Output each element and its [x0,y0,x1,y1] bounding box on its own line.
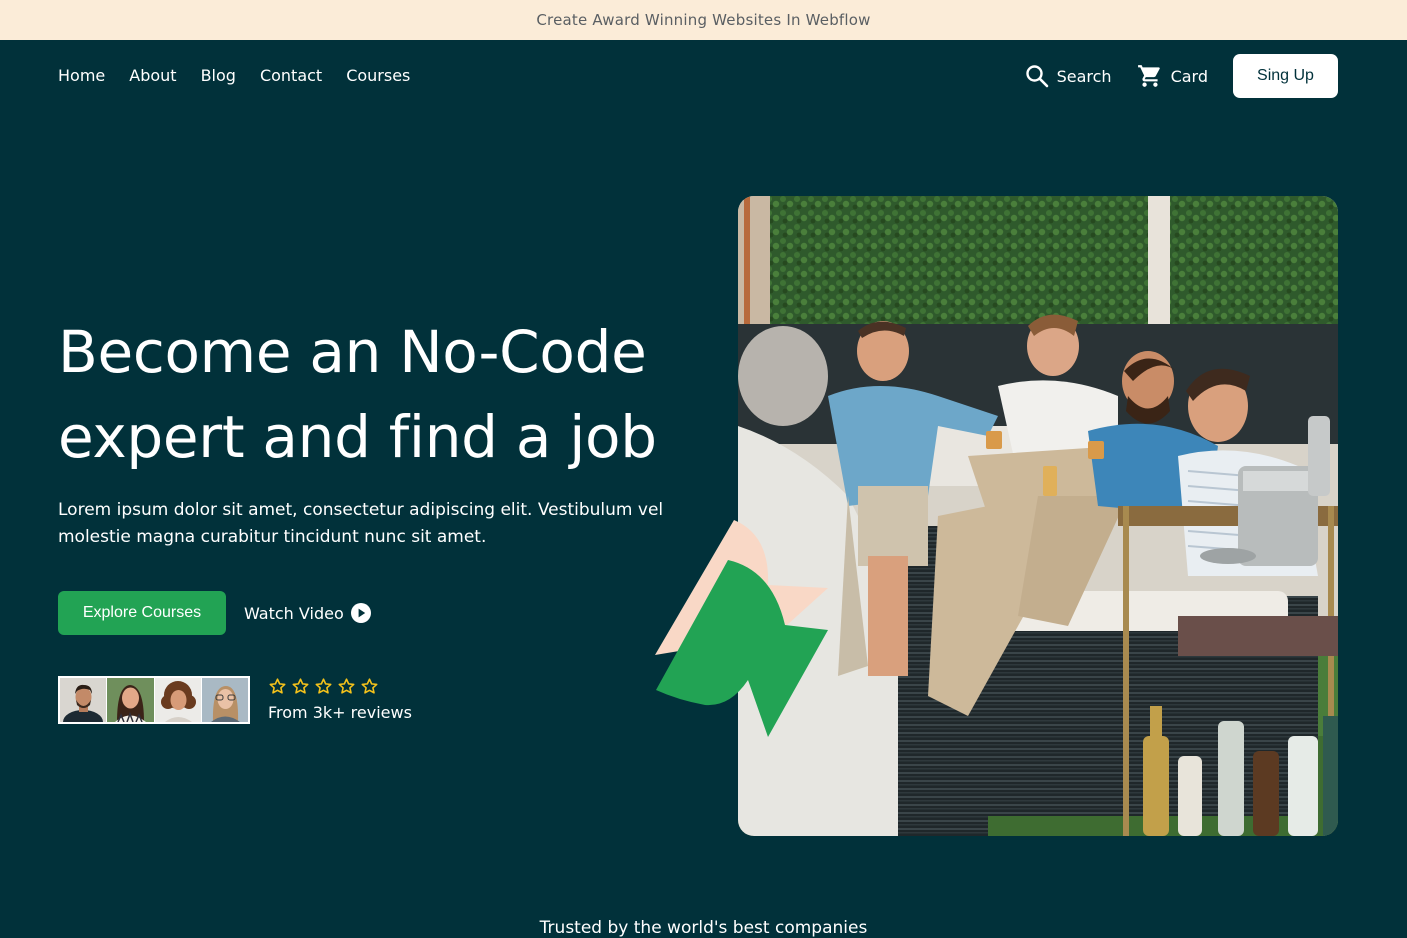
hero-title-line-1: Become an No-Code [58,318,647,386]
search-button[interactable]: Search [1025,54,1112,98]
review-info: From 3k+ reviews [268,676,412,722]
search-label: Search [1056,66,1112,86]
avatar [154,678,201,722]
search-icon [1025,65,1048,88]
nav-link-about[interactable]: About [129,66,176,86]
star-outline-icon [361,678,378,694]
nav-actions: Search Card Sing Up [1025,54,1338,98]
nav-link-courses[interactable]: Courses [346,66,410,86]
star-outline-icon [269,678,286,694]
hero-title-line-2: expert and find a job [58,403,657,471]
trusted-heading: Trusted by the world's best companies [539,918,868,938]
cart-icon [1137,65,1160,87]
avatar [60,678,107,722]
reviewer-avatars [58,676,250,724]
signup-button[interactable]: Sing Up [1233,54,1338,98]
star-outline-icon [315,678,332,694]
nav-links: Home About Blog Contact Courses [58,66,410,86]
watch-video-label: Watch Video [244,603,344,623]
top-nav: Home About Blog Contact Courses Search C… [0,40,1407,112]
hero-cta-row: Explore Courses Watch Video [58,591,372,635]
announcement-bar: Create Award Winning Websites In Webflow [0,0,1407,40]
watch-video-link[interactable]: Watch Video [244,602,372,624]
avatar [201,678,248,722]
nav-link-home[interactable]: Home [58,66,105,86]
decorative-shapes [655,520,828,737]
nav-link-contact[interactable]: Contact [260,66,322,86]
cart-label: Card [1170,66,1208,86]
star-outline-icon [292,678,309,694]
hero-title: Become an No-Code expert and find a job [58,310,698,480]
star-outline-icon [338,678,355,694]
reviews-block: From 3k+ reviews [58,676,412,724]
play-circle-icon [350,603,371,623]
hero-description: Lorem ipsum dolor sit amet, consectetur … [58,500,664,547]
review-count-text: From 3k+ reviews [268,703,412,722]
announcement-text: Create Award Winning Websites In Webflow [536,11,871,29]
cart-button[interactable]: Card [1137,54,1208,98]
avatar [107,678,154,722]
nav-link-blog[interactable]: Blog [201,66,236,86]
explore-courses-button[interactable]: Explore Courses [58,591,226,635]
star-rating [268,677,412,697]
